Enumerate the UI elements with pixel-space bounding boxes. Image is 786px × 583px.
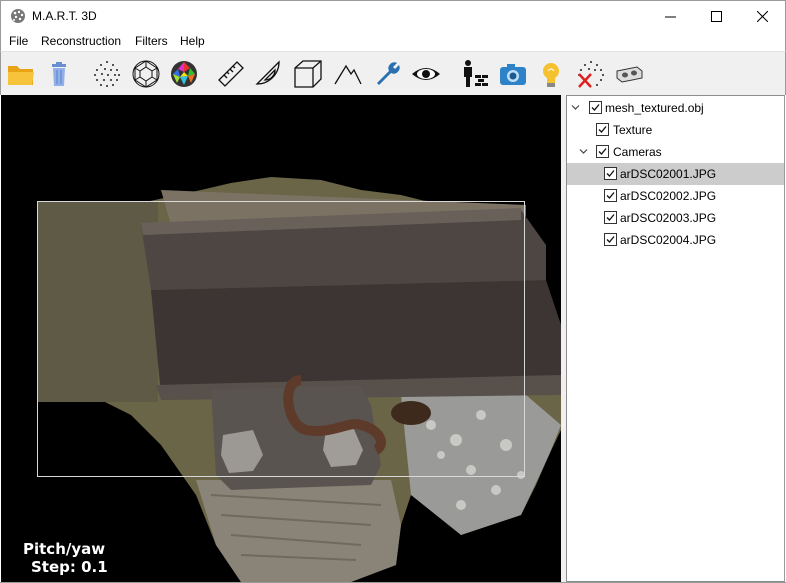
tree-item-label: arDSC02003.JPG — [620, 211, 717, 225]
checkmark-icon — [606, 214, 615, 221]
trash-icon — [52, 62, 66, 86]
cube-icon — [294, 60, 322, 88]
chevron-down-icon[interactable] — [579, 147, 588, 156]
menu-bar: File Reconstruction Filters Help — [0, 31, 786, 51]
minimize-icon — [664, 16, 676, 18]
tree-item-label: Texture — [613, 123, 653, 137]
remove-points-icon — [578, 61, 604, 88]
checkmark-icon — [606, 170, 615, 177]
title-bar: M.A.R.T. 3D — [0, 0, 786, 31]
maximize-button[interactable] — [693, 1, 739, 32]
person-wall-icon — [464, 60, 488, 87]
tree-item-label: arDSC02002.JPG — [620, 189, 717, 203]
maximize-icon — [710, 11, 722, 22]
hud-step-label: Step: 0.1 — [31, 558, 108, 576]
tree-item-label: Cameras — [613, 145, 662, 159]
camera-icon — [500, 64, 526, 85]
camera-checkbox[interactable] — [604, 233, 617, 246]
mesh-wireframe-icon — [132, 60, 160, 88]
delete-button[interactable] — [42, 57, 76, 91]
tree-item-camera[interactable]: arDSC02001.JPG — [567, 163, 784, 185]
point-cloud-button[interactable] — [90, 57, 124, 91]
scene-tree: mesh_textured.obj Texture Cameras arDSC0… — [566, 95, 785, 582]
chevron-down-icon[interactable] — [571, 103, 580, 112]
minimize-button[interactable] — [647, 1, 693, 32]
person-scale-button[interactable] — [457, 57, 491, 91]
close-icon — [756, 11, 768, 22]
light-bulb-icon — [543, 63, 559, 87]
mountain-icon — [334, 64, 362, 85]
menu-filters[interactable]: Filters — [135, 34, 168, 48]
app-icon — [10, 8, 26, 24]
camera-button[interactable] — [496, 57, 530, 91]
remove-points-button[interactable] — [574, 57, 608, 91]
protractor-icon — [255, 60, 280, 85]
protractor-button[interactable] — [252, 57, 286, 91]
ruler-icon — [218, 61, 244, 87]
point-cloud-icon — [94, 61, 120, 87]
tree-item-cameras[interactable]: Cameras — [567, 141, 784, 163]
mesh-colored-button[interactable] — [167, 57, 201, 91]
toolbar — [0, 51, 786, 95]
ruler-button[interactable] — [214, 57, 248, 91]
wrench-icon — [377, 62, 400, 85]
texture-checkbox[interactable] — [596, 123, 609, 136]
open-folder-icon — [8, 66, 34, 85]
tree-item-camera[interactable]: arDSC02003.JPG — [567, 207, 784, 229]
view-button[interactable] — [409, 57, 443, 91]
vr-headset-button[interactable] — [612, 57, 646, 91]
camera-checkbox[interactable] — [604, 211, 617, 224]
terrain-button[interactable] — [331, 57, 365, 91]
checkmark-icon — [591, 104, 600, 111]
tree-item-label: arDSC02001.JPG — [620, 167, 717, 181]
3d-viewport[interactable]: Pitch/yaw Step: 0.1 — [1, 95, 561, 582]
camera-frustum-frame — [37, 201, 525, 477]
cameras-checkbox[interactable] — [596, 145, 609, 158]
camera-checkbox[interactable] — [604, 167, 617, 180]
tree-item-mesh[interactable]: mesh_textured.obj — [567, 97, 784, 119]
eye-icon — [412, 68, 440, 80]
checkmark-icon — [606, 236, 615, 243]
close-button[interactable] — [739, 1, 785, 32]
settings-button[interactable] — [371, 57, 405, 91]
mesh-wireframe-button[interactable] — [129, 57, 163, 91]
tree-item-label: arDSC02004.JPG — [620, 233, 717, 247]
checkmark-icon — [606, 192, 615, 199]
tree-item-camera[interactable]: arDSC02002.JPG — [567, 185, 784, 207]
camera-checkbox[interactable] — [604, 189, 617, 202]
tree-item-camera[interactable]: arDSC02004.JPG — [567, 229, 784, 251]
hud-mode-label: Pitch/yaw — [23, 540, 106, 558]
window-title: M.A.R.T. 3D — [32, 9, 97, 23]
checkmark-icon — [598, 126, 607, 133]
menu-help[interactable]: Help — [180, 34, 205, 48]
tree-item-texture[interactable]: Texture — [567, 119, 784, 141]
vr-headset-icon — [616, 66, 643, 83]
mesh-checkbox[interactable] — [589, 101, 602, 114]
menu-file[interactable]: File — [9, 34, 28, 48]
open-folder-button[interactable] — [4, 57, 38, 91]
checkmark-icon — [598, 148, 607, 155]
lighting-button[interactable] — [534, 57, 568, 91]
tree-item-label: mesh_textured.obj — [605, 101, 704, 115]
mesh-colored-icon — [171, 61, 197, 87]
bounding-box-button[interactable] — [291, 57, 325, 91]
menu-reconstruction[interactable]: Reconstruction — [41, 34, 121, 48]
